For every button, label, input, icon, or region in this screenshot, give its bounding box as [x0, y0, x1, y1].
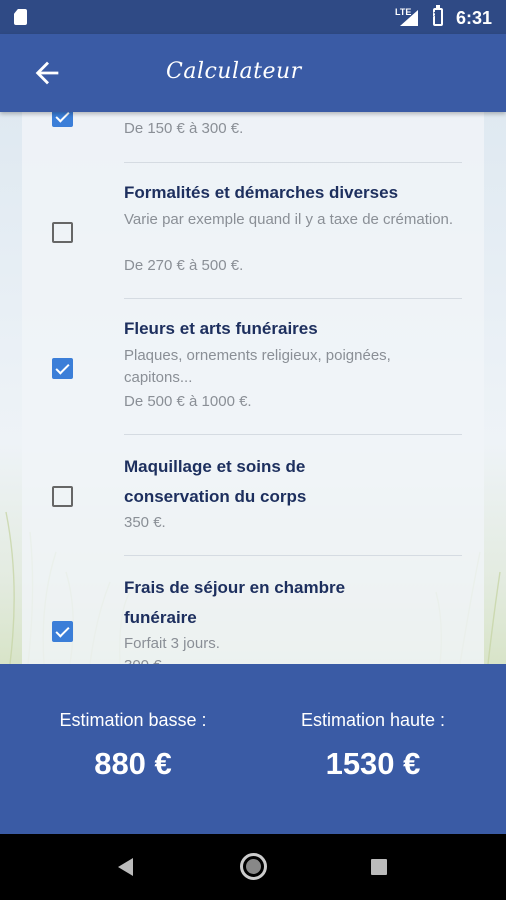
- battery-icon: [432, 5, 443, 26]
- divider: [124, 434, 462, 435]
- item-title: Frais de séjour en chambre funéraire: [124, 578, 346, 627]
- high-estimate-label: Estimation haute :: [300, 710, 446, 730]
- item-price: De 500 € à 1000 €.: [124, 393, 252, 410]
- item-checkbox[interactable]: [52, 486, 73, 507]
- nav-back-icon[interactable]: [118, 858, 133, 876]
- system-nav-bar: [0, 834, 506, 900]
- divider: [124, 298, 462, 299]
- item-price: 350 €.: [124, 514, 166, 531]
- item-title: Fleurs et arts funéraires: [124, 319, 318, 338]
- item-description: Varie par exemple quand il y a taxe de c…: [124, 211, 454, 228]
- content-area[interactable]: De 150 € à 300 €. Formalités et démarche…: [0, 112, 506, 664]
- item-checkbox[interactable]: [52, 621, 73, 642]
- item-checkbox[interactable]: [52, 358, 73, 379]
- divider: [124, 555, 462, 556]
- low-estimate-value: 880 €: [94, 746, 172, 781]
- item-checkbox[interactable]: [52, 222, 73, 243]
- signal-icon: [400, 10, 418, 26]
- item-description: Plaques, ornements religieux, poignées, …: [124, 347, 391, 386]
- low-estimate-label: Estimation basse :: [59, 710, 207, 730]
- item-price: 300 €.: [124, 655, 454, 664]
- page-title: Calculateur: [166, 59, 302, 84]
- app-bar: Calculateur: [0, 34, 506, 112]
- item-price: De 270 € à 500 €.: [124, 257, 244, 274]
- nav-home-icon[interactable]: [240, 853, 267, 880]
- status-bar: LTE 6:31: [0, 0, 506, 34]
- item-description: Forfait 3 jours.: [124, 635, 220, 652]
- estimate-summary: Estimation basse : 880 € Estimation haut…: [0, 664, 506, 834]
- item-price: De 150 € à 300 €.: [124, 120, 244, 137]
- status-time: 6:31: [456, 8, 493, 28]
- high-estimate-value: 1530 €: [325, 746, 421, 781]
- item-checkbox[interactable]: [52, 112, 73, 127]
- item-title: Formalités et démarches diverses: [124, 183, 399, 202]
- item-title: Maquillage et soins de conservation du c…: [124, 457, 307, 506]
- nav-recents-icon[interactable]: [371, 859, 387, 875]
- arrow-back-icon[interactable]: [30, 56, 64, 90]
- sd-card-icon: [14, 9, 27, 25]
- divider: [124, 162, 462, 163]
